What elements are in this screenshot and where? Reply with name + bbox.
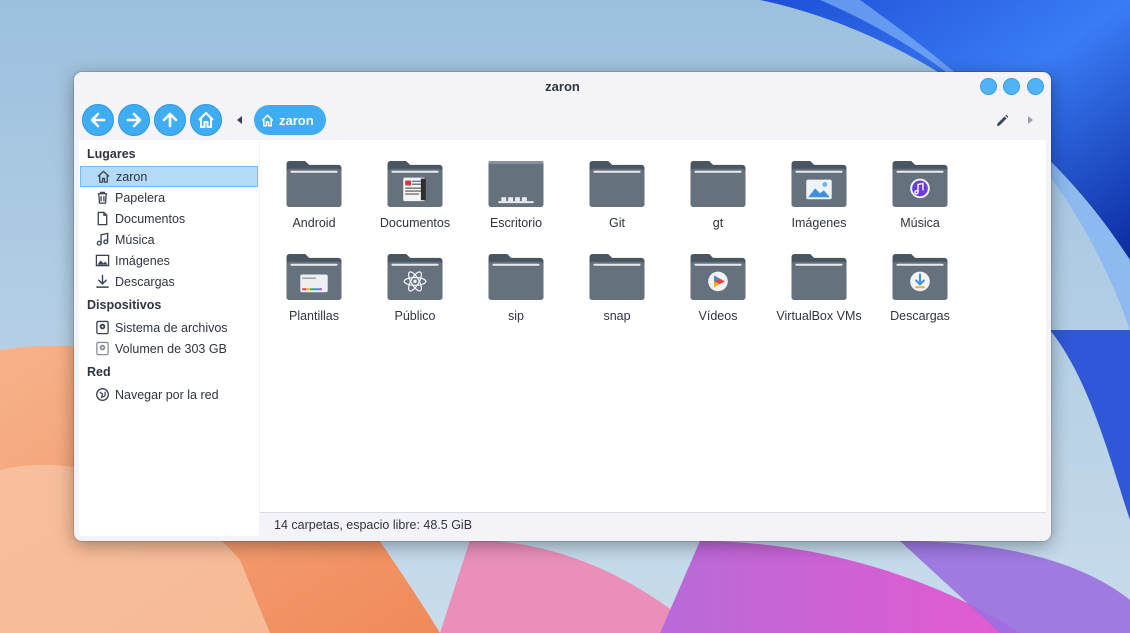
folder-videos[interactable]: Vídeos [668, 233, 768, 323]
folder-icon [791, 253, 847, 301]
folder-icon [488, 253, 544, 301]
chevron-left-icon[interactable] [234, 114, 246, 126]
file-label: VirtualBox VMs [776, 309, 862, 323]
drive-icon [96, 341, 109, 356]
back-button[interactable] [82, 104, 114, 136]
folder-icon [286, 160, 342, 208]
sidebar-section-red: Red [87, 365, 111, 379]
folder-icon [690, 160, 746, 208]
file-view[interactable]: Android Documentos Escritorio Git gt Imá… [260, 140, 1046, 512]
breadcrumb-label: zaron [279, 112, 314, 128]
arrow-right-icon [126, 112, 142, 128]
sidebar-section-lugares: Lugares [87, 147, 136, 161]
sidebar-section-dispositivos: Dispositivos [87, 298, 162, 312]
folder-desktop-icon [488, 160, 544, 208]
network-icon [96, 388, 109, 401]
pencil-icon[interactable] [994, 113, 1010, 129]
folder-plantillas[interactable]: Plantillas [264, 233, 364, 323]
sidebar-item-label: Documentos [115, 211, 186, 226]
folder-documents-icon [387, 160, 443, 208]
file-label: Descargas [890, 309, 950, 323]
sidebar-item-sistema-de-archivos[interactable]: Sistema de archivos [80, 317, 258, 338]
folder-snap[interactable]: snap [567, 233, 667, 323]
folder-download-icon [892, 253, 948, 301]
maximize-button[interactable] [1003, 78, 1020, 95]
folder-videos-icon [690, 253, 746, 301]
sidebar: Lugares zaron Papelera Documentos Música… [79, 140, 259, 536]
window-title: zaron [545, 79, 580, 94]
folder-pictures-icon [791, 160, 847, 208]
sidebar-item-documentos[interactable]: Documentos [80, 208, 258, 229]
file-manager-window: zaron zaron Lugares zaron Papelera Docum… [74, 72, 1051, 541]
file-label: Git [609, 216, 625, 230]
sidebar-item-label: Descargas [115, 274, 175, 289]
forward-button[interactable] [118, 104, 150, 136]
sidebar-item-volumen[interactable]: Volumen de 303 GB [80, 338, 258, 359]
home-icon [261, 114, 274, 126]
folder-android[interactable]: Android [264, 140, 364, 230]
image-icon [95, 254, 110, 267]
sidebar-item-papelera[interactable]: Papelera [80, 187, 258, 208]
folder-music-icon [892, 160, 948, 208]
file-label: sip [508, 309, 524, 323]
sidebar-item-label: Papelera [115, 190, 166, 205]
file-label: Público [394, 309, 436, 323]
folder-publico[interactable]: Público [365, 233, 465, 323]
music-icon [96, 232, 109, 246]
file-label: Android [292, 216, 336, 230]
folder-imagenes[interactable]: Imágenes [769, 140, 869, 230]
chevron-right-icon[interactable] [1024, 114, 1036, 126]
file-label: Imágenes [791, 216, 847, 230]
folder-templates-icon [286, 253, 342, 301]
minimize-button[interactable] [980, 78, 997, 95]
folder-escritorio[interactable]: Escritorio [466, 140, 566, 230]
sidebar-item-label: zaron [116, 169, 148, 184]
sidebar-item-zaron[interactable]: zaron [80, 166, 258, 187]
folder-git[interactable]: Git [567, 140, 667, 230]
drive-icon [96, 320, 109, 335]
sidebar-item-label: Música [115, 232, 155, 247]
folder-documentos[interactable]: Documentos [365, 140, 465, 230]
sidebar-item-musica[interactable]: Música [80, 229, 258, 250]
status-bar: 14 carpetas, espacio libre: 48.5 GiB [260, 512, 1046, 536]
document-icon [97, 211, 108, 226]
sidebar-item-navegar-por-la-red[interactable]: Navegar por la red [80, 384, 258, 405]
file-label: Escritorio [489, 216, 543, 230]
arrow-left-icon [90, 112, 106, 128]
sidebar-item-descargas[interactable]: Descargas [80, 271, 258, 292]
folder-gt[interactable]: gt [668, 140, 768, 230]
file-label: snap [603, 309, 631, 323]
folder-virtualbox-vms[interactable]: VirtualBox VMs [769, 233, 869, 323]
up-button[interactable] [154, 104, 186, 136]
file-label: Plantillas [288, 309, 340, 323]
titlebar[interactable]: zaron [74, 72, 1051, 102]
folder-descargas[interactable]: Descargas [870, 233, 970, 323]
sidebar-item-label: Volumen de 303 GB [115, 341, 227, 356]
arrow-up-icon [162, 112, 178, 128]
sidebar-item-label: Imágenes [115, 253, 170, 268]
file-label: Documentos [379, 216, 451, 230]
folder-sip[interactable]: sip [466, 233, 566, 323]
trash-icon [97, 191, 108, 204]
toolbar: zaron [74, 102, 1051, 140]
folder-icon [589, 253, 645, 301]
status-text: 14 carpetas, espacio libre: 48.5 GiB [274, 518, 473, 532]
home-icon [97, 170, 110, 183]
home-icon [198, 112, 214, 128]
download-icon [96, 274, 109, 288]
folder-musica[interactable]: Música [870, 140, 970, 230]
sidebar-item-imagenes[interactable]: Imágenes [80, 250, 258, 271]
folder-public-icon [387, 253, 443, 301]
file-label: Música [900, 216, 940, 230]
sidebar-item-label: Sistema de archivos [115, 320, 228, 335]
home-button[interactable] [190, 104, 222, 136]
folder-icon [589, 160, 645, 208]
close-button[interactable] [1027, 78, 1044, 95]
breadcrumb-home[interactable]: zaron [254, 105, 326, 135]
file-label: gt [712, 216, 724, 230]
sidebar-item-label: Navegar por la red [115, 387, 219, 402]
file-label: Vídeos [698, 309, 738, 323]
